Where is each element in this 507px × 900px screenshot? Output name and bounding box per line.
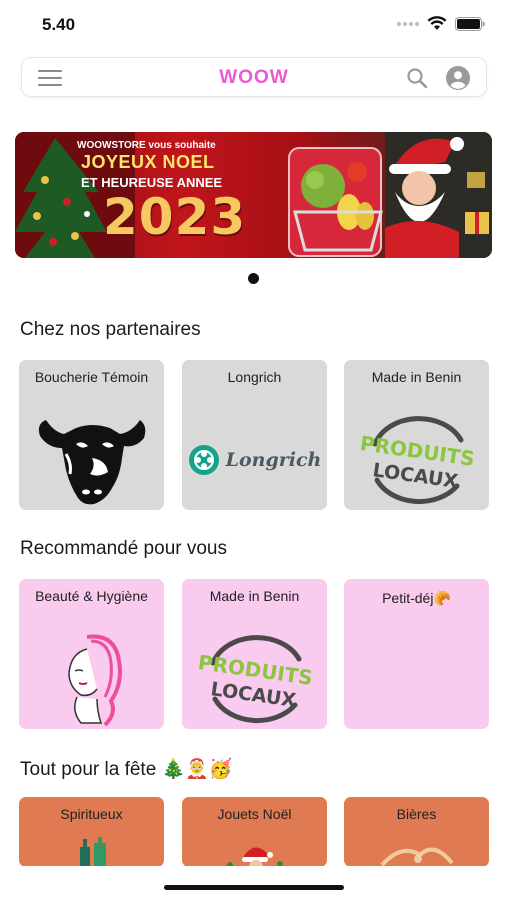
produits-locaux-stamp: PRODUITS LOCAUX xyxy=(344,410,489,510)
category-card-spiritueux[interactable]: Spiritueux xyxy=(19,797,164,867)
card-label: Beauté & Hygiène xyxy=(35,588,148,604)
category-card-bieres[interactable]: Bières xyxy=(344,797,489,867)
card-label: Petit-déj🥐 xyxy=(382,590,451,606)
battery-icon xyxy=(455,16,485,31)
banner-greeting: WOOWSTORE vous souhaite xyxy=(77,140,216,151)
category-card-made-in-benin[interactable]: Made in Benin PRODUITS LOCAUX xyxy=(182,579,327,729)
category-card-jouets-noel[interactable]: Jouets Noël xyxy=(182,797,327,867)
carousel-indicator[interactable] xyxy=(248,273,259,284)
longrich-wordmark: Longrich xyxy=(225,449,322,471)
category-card-beaute-hygiene[interactable]: Beauté & Hygiène xyxy=(19,579,164,729)
promo-banner[interactable]: WOOWSTORE vous souhaite JOYEUX NOEL ET H… xyxy=(15,132,492,258)
cow-head-logo xyxy=(19,410,164,510)
section-title-recommended: Recommandé pour vous xyxy=(20,538,227,559)
banner-headline: JOYEUX NOEL xyxy=(81,152,215,172)
card-label: Made in Benin xyxy=(371,369,462,385)
bottles-icon xyxy=(19,837,164,867)
santa-claus-icon xyxy=(385,132,492,258)
partner-card-longrich[interactable]: Longrich Longrich xyxy=(182,360,327,510)
section-title-partners: Chez nos partenaires xyxy=(20,319,201,340)
partner-card-made-in-benin[interactable]: Made in Benin PRODUITS LOCAUX xyxy=(344,360,489,510)
status-bar: 5.40 xyxy=(0,0,507,50)
partner-card-boucherie[interactable]: Boucherie Témoin xyxy=(19,360,164,510)
section-title-fete: Tout pour la fête 🎄🤶🥳 xyxy=(20,759,233,780)
category-card-petit-dej[interactable]: Petit-déj🥐 xyxy=(344,579,489,729)
wifi-icon xyxy=(427,16,447,30)
card-label: Spiritueux xyxy=(60,806,123,822)
status-time: 5.40 xyxy=(42,15,76,34)
card-label: Made in Benin xyxy=(209,588,300,604)
status-icons xyxy=(397,16,485,31)
home-indicator[interactable] xyxy=(164,885,344,890)
card-label: Boucherie Témoin xyxy=(34,369,149,385)
beer-splash-icon xyxy=(344,837,489,867)
card-label: Bières xyxy=(396,806,437,822)
top-app-bar: WOOW xyxy=(21,57,487,97)
account-icon[interactable] xyxy=(446,66,470,90)
card-label: Jouets Noël xyxy=(217,806,292,822)
card-label: Longrich xyxy=(227,369,282,385)
banner-year: 2023 xyxy=(103,188,247,246)
woman-face-illustration xyxy=(19,629,164,729)
longrich-logo: Longrich xyxy=(182,410,327,510)
grocery-basket-icon xyxy=(288,147,383,257)
cellular-signal-icon xyxy=(397,21,419,26)
longrich-emblem-icon xyxy=(188,445,219,475)
produits-locaux-stamp: PRODUITS LOCAUX xyxy=(182,629,327,729)
search-icon[interactable] xyxy=(406,67,428,89)
bottom-safe-area xyxy=(0,866,507,900)
santa-toy-icon xyxy=(182,837,327,867)
